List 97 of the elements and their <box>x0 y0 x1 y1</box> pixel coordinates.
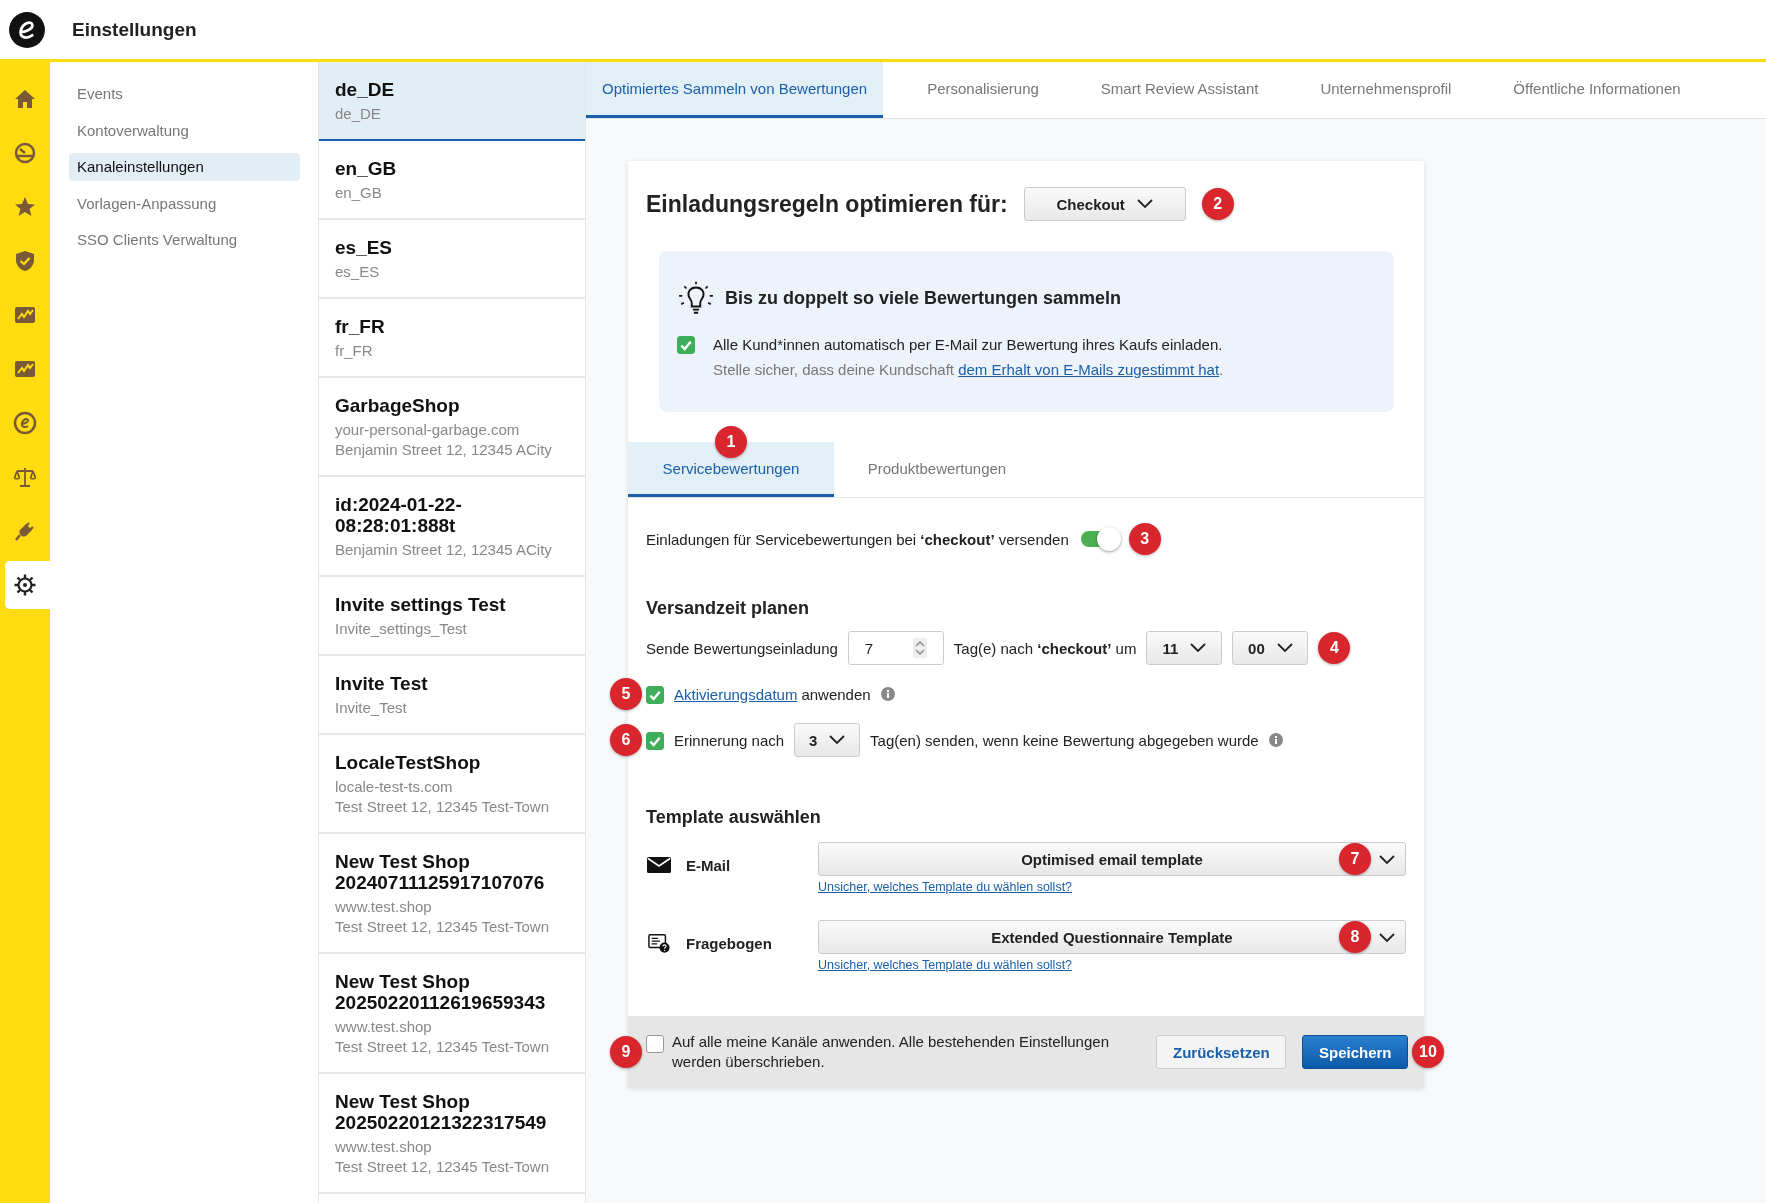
card-title: Einladungsregeln optimieren für: <box>646 190 1008 218</box>
chevron-icon <box>1136 199 1153 209</box>
minute-dropdown[interactable]: 00 <box>1232 631 1309 665</box>
gear-icon[interactable] <box>5 561 50 609</box>
channel-name: Invite settings Test <box>335 594 507 615</box>
days-input[interactable]: 7 <box>847 631 944 665</box>
nav-item[interactable]: Kontoverwaltung <box>69 116 300 145</box>
number-badge: 2 <box>1201 188 1234 220</box>
tab[interactable]: Öffentliche Informationen <box>1497 62 1697 118</box>
chevron-icon <box>1379 933 1395 943</box>
field-label: Sende Bewertungseinladung <box>646 639 838 657</box>
template-label: E-Mail <box>686 856 731 874</box>
channel-name: de_DE <box>335 79 396 100</box>
channel-detail: www.test.shop <box>335 1137 433 1157</box>
consent-note: Stelle sicher, dass deine Kundschaft dem Erhalt von E-Mails zugestimmt hat. <box>713 360 1224 380</box>
channel-detail: Invite_Test <box>335 698 408 718</box>
template-label: Fragebogen <box>686 934 772 952</box>
toggle-label: Einladungen für Servicebewertungen bei ‘checkout’ versenden <box>646 530 1069 548</box>
tab[interactable]: Optimiertes Sammeln von Bewertungen <box>586 62 884 118</box>
template-dropdown[interactable]: Optimised email template 7 <box>818 842 1406 876</box>
checkbox-label: Auf alle meine Kanäle anwenden. Alle bestehenden Einstellungen werden überschrieben. <box>672 1032 1110 1072</box>
tab[interactable]: Smart Review Assistant <box>1084 62 1275 118</box>
channel-name: New Test Shop 20250220112619659343 <box>335 971 547 1013</box>
lightbulb-icon <box>677 281 715 315</box>
nav-item[interactable]: Events <box>69 80 300 108</box>
checkbox[interactable] <box>646 685 664 704</box>
nav-item[interactable]: Vorlagen-Anpassung <box>69 189 300 218</box>
channel-detail: Test Street 12, 12345 Test-Town <box>335 1037 550 1057</box>
channel-detail: es_ES <box>335 262 381 282</box>
info-title: Bis zu doppelt so viele Bewertungen sammeln <box>725 287 1122 309</box>
channel-name: New Test Shop 20240711125917107076 <box>335 851 546 893</box>
checkbox-label: Erinnerung nach <box>674 731 785 749</box>
nav-item[interactable]: Kanaleinstellungen <box>69 153 300 181</box>
save-button[interactable]: Speichern <box>1302 1035 1408 1069</box>
checkbox-label: anwenden <box>801 685 871 703</box>
info-icon <box>880 687 895 701</box>
trigger-dropdown[interactable]: Checkout <box>1023 187 1186 221</box>
channel-detail: Benjamin Street 12, 12345 ACity <box>335 440 553 460</box>
channel-detail: fr_FR <box>335 341 374 361</box>
checkbox-label: Alle Kund*innen automatisch per E-Mail zur Bewertung ihres Kaufs einladen. <box>713 335 1224 355</box>
chevron-icon <box>1276 643 1293 653</box>
page-title: Einstellungen <box>72 18 197 41</box>
number-badge: 1 <box>715 426 747 458</box>
help-link[interactable]: Unsicher, welches Template du wählen sollst? <box>818 880 1073 894</box>
chevron-icon <box>1379 855 1395 865</box>
form-icon <box>646 932 672 954</box>
section-heading: Template auswählen <box>646 807 822 828</box>
checkbox[interactable] <box>646 1035 664 1053</box>
channel-detail: Test Street 12, 12345 Test-Town <box>335 1157 550 1177</box>
channel-name: id:2024-01-22-08:28:01:888t <box>335 494 463 536</box>
number-badge: 10 <box>1412 1036 1444 1068</box>
nav-item[interactable]: SSO Clients Verwaltung <box>69 226 300 254</box>
logo-icon <box>8 10 46 49</box>
chevron-icon <box>1190 643 1207 653</box>
channel-name: fr_FR <box>335 316 386 337</box>
field-label: Tag(e) nach ‘checkout’ um <box>953 639 1137 657</box>
channel-name: es_ES <box>335 237 394 258</box>
channel-detail: Invite_settings_Test <box>335 619 468 639</box>
channel-detail: de_DE <box>335 104 382 124</box>
channel-detail: en_GB <box>335 183 383 203</box>
field-label: Tag(en) senden, wenn keine Bewertung abgegeben wurde <box>870 731 1259 749</box>
channel-item[interactable]: de_DE de_DE <box>319 62 585 141</box>
tab[interactable]: Unternehmensprofil <box>1304 62 1468 118</box>
channel-name: LocaleTestShop <box>335 752 482 773</box>
channel-detail: Benjamin Street 12, 12345 ACity <box>335 540 553 560</box>
section-heading: Versandzeit planen <box>646 598 811 619</box>
tab[interactable]: Personalisierung <box>911 62 1055 118</box>
channel-name: Invite Test <box>335 673 429 694</box>
help-link[interactable]: Unsicher, welches Template du wählen sollst? <box>818 958 1073 972</box>
channel-detail: www.test.shop <box>335 897 433 917</box>
channel-detail: your-personal-garbage.com <box>335 420 521 440</box>
reset-button[interactable]: Zurücksetzen <box>1156 1035 1286 1069</box>
activation-link[interactable]: Aktivierungsdatum <box>674 685 798 703</box>
number-badge: 5 <box>610 678 642 710</box>
channel-name: GarbageShop <box>335 395 461 416</box>
tab[interactable]: Produktbewertungen <box>834 442 1040 497</box>
number-badge: 7 <box>1339 843 1371 875</box>
channel-detail: Test Street 12, 12345 Test-Town <box>335 797 550 817</box>
checkbox[interactable] <box>646 731 664 750</box>
reminder-dropdown[interactable]: 3 <box>794 723 861 757</box>
number-badge: 3 <box>1128 523 1161 555</box>
info-icon <box>1268 733 1283 747</box>
checkbox[interactable] <box>677 336 695 354</box>
number-badge: 4 <box>1318 632 1351 664</box>
channel-detail: locale-test-ts.com <box>335 777 454 797</box>
hour-dropdown[interactable]: 11 <box>1146 631 1223 665</box>
spinner-icon <box>912 638 927 658</box>
channel-detail: www.test.shop <box>335 1017 433 1037</box>
envelope-icon <box>646 854 672 876</box>
channel-detail: Test Street 12, 12345 Test-Town <box>335 917 550 937</box>
number-badge: 6 <box>610 724 642 756</box>
template-dropdown[interactable]: Extended Questionnaire Template 8 <box>818 920 1406 954</box>
number-badge: 8 <box>1339 921 1371 953</box>
channel-name: en_GB <box>335 158 398 179</box>
number-badge: 9 <box>610 1036 642 1068</box>
chevron-icon <box>829 735 846 745</box>
channel-name: New Test Shop 20250220121322317549 <box>335 1091 548 1133</box>
